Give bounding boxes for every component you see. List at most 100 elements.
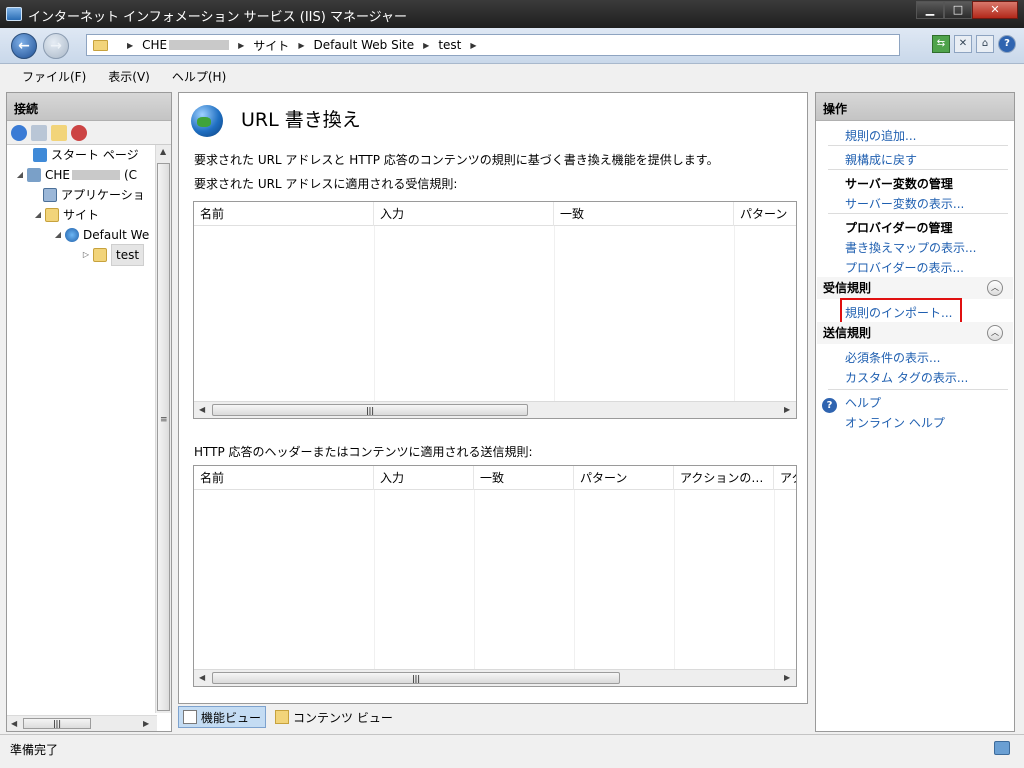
inbound-rules-grid[interactable]: 名前 入力 一致 パターン ◀ ||| ▶ xyxy=(193,201,797,419)
chevron-right-icon[interactable]: ▶ xyxy=(127,41,133,50)
scroll-right-icon[interactable]: ▶ xyxy=(143,719,149,728)
menu-help[interactable]: ヘルプ(H) xyxy=(162,68,236,85)
disconnect-icon[interactable] xyxy=(71,124,87,141)
collapse-arrow-icon[interactable]: ◢ xyxy=(33,205,43,225)
up-folder-icon[interactable] xyxy=(51,124,67,141)
toolbar-icons: ⇆ ✕ ⌂ ? xyxy=(932,35,1016,53)
column-header-pattern[interactable]: パターン xyxy=(574,466,674,490)
breadcrumb-server[interactable]: CHE xyxy=(142,38,167,52)
tree-item-server[interactable]: ◢ CHE (C xyxy=(15,165,137,185)
home-icon[interactable]: ⌂ xyxy=(976,35,994,53)
menu-view[interactable]: 表示(V) xyxy=(98,68,160,85)
tree-item-start-page[interactable]: スタート ページ xyxy=(21,145,139,165)
view-switcher: 機能ビュー コンテンツ ビュー xyxy=(178,706,398,730)
tree-item-test[interactable]: ▷ test xyxy=(81,244,145,266)
scroll-right-icon[interactable]: ▶ xyxy=(784,673,790,682)
menu-file[interactable]: ファイル(F) xyxy=(12,68,96,85)
tree-item-sites[interactable]: ◢ サイト xyxy=(33,205,99,225)
expand-arrow-icon[interactable]: ▷ xyxy=(81,245,91,265)
back-button[interactable]: ← xyxy=(11,33,37,59)
column-header-input[interactable]: 入力 xyxy=(374,202,554,226)
minimize-button[interactable]: ▁ xyxy=(916,1,944,19)
scroll-up-icon[interactable]: ▲ xyxy=(160,147,166,156)
close-button[interactable]: ✕ xyxy=(972,1,1018,19)
tree-horizontal-scrollbar[interactable]: ◀ ||| ▶ xyxy=(7,715,157,731)
outbound-rules-section: 送信規則 ︿ xyxy=(817,322,1013,344)
collapse-arrow-icon[interactable]: ◢ xyxy=(15,165,25,185)
action-view-rewrite-maps[interactable]: 書き換えマップの表示... xyxy=(845,239,976,256)
column-header-name[interactable]: 名前 xyxy=(194,466,374,490)
column-header-match[interactable]: 一致 xyxy=(554,202,734,226)
maximize-button[interactable]: □ xyxy=(944,1,972,19)
breadcrumb-test[interactable]: test xyxy=(438,38,461,52)
iis-app-icon xyxy=(6,7,22,21)
content-view-icon xyxy=(275,710,290,724)
divider xyxy=(828,389,1008,390)
chevron-right-icon[interactable]: ▶ xyxy=(470,41,476,50)
tree-item-app-pools[interactable]: アプリケーショ xyxy=(43,185,145,205)
help-icon: ? xyxy=(822,398,837,413)
scroll-left-icon[interactable]: ◀ xyxy=(199,405,205,414)
scroll-thumb[interactable]: ||| xyxy=(23,718,91,729)
connections-panel: 接続 スタート ページ ◢ CHE (C アプリケーショ ◢ サイト ◢ Def… xyxy=(6,92,172,732)
action-add-rule[interactable]: 規則の追加... xyxy=(845,127,916,144)
action-online-help[interactable]: オンライン ヘルプ xyxy=(845,414,945,431)
address-bar[interactable]: ▶ CHE ▶ サイト ▶ Default Web Site ▶ test ▶ xyxy=(86,34,900,56)
column-header-action[interactable]: アク xyxy=(774,466,796,490)
content-view-tab[interactable]: コンテンツ ビュー xyxy=(270,706,398,728)
help-icon[interactable]: ? xyxy=(998,35,1016,53)
window-controls: ▁ □ ✕ xyxy=(916,1,1018,19)
providers-heading: プロバイダーの管理 xyxy=(845,221,953,235)
column-divider xyxy=(674,490,675,670)
collapse-icon[interactable]: ︿ xyxy=(987,280,1003,296)
tree-item-default-web-site[interactable]: ◢ Default We xyxy=(53,225,149,245)
outbound-rules-caption: HTTP 応答のヘッダーまたはコンテンツに適用される送信規則: xyxy=(194,445,533,459)
outbound-rules-grid[interactable]: 名前 入力 一致 パターン アクションの… アク ◀ ||| ▶ xyxy=(193,465,797,687)
window-title: インターネット インフォメーション サービス (IIS) マネージャー xyxy=(28,10,408,25)
forward-button[interactable]: → xyxy=(43,33,69,59)
connect-icon[interactable] xyxy=(11,124,27,141)
scroll-right-icon[interactable]: ▶ xyxy=(784,405,790,414)
column-header-match[interactable]: 一致 xyxy=(474,466,574,490)
column-header-name[interactable]: 名前 xyxy=(194,202,374,226)
save-icon[interactable] xyxy=(31,124,47,141)
breadcrumb-sites[interactable]: サイト xyxy=(253,37,289,54)
action-view-server-variables[interactable]: サーバー変数の表示... xyxy=(845,195,964,212)
refresh-icon[interactable]: ⇆ xyxy=(932,35,950,53)
action-revert-to-parent[interactable]: 親構成に戻す xyxy=(845,151,917,168)
column-header-action-type[interactable]: アクションの… xyxy=(674,466,774,490)
scroll-left-icon[interactable]: ◀ xyxy=(11,719,17,728)
title-bar: インターネット インフォメーション サービス (IIS) マネージャー ▁ □ … xyxy=(0,0,1024,28)
chevron-right-icon[interactable]: ▶ xyxy=(423,41,429,50)
column-header-pattern[interactable]: パターン xyxy=(734,202,796,226)
start-page-icon xyxy=(33,148,47,162)
chevron-right-icon[interactable]: ▶ xyxy=(238,41,244,50)
stop-icon[interactable]: ✕ xyxy=(954,35,972,53)
globe-icon xyxy=(65,228,79,242)
menu-bar: ファイル(F) 表示(V) ヘルプ(H) xyxy=(0,64,1024,88)
column-header-input[interactable]: 入力 xyxy=(374,466,474,490)
breadcrumb-default-web-site[interactable]: Default Web Site xyxy=(313,38,414,52)
scroll-thumb[interactable]: ||| xyxy=(212,672,620,684)
inbound-horizontal-scrollbar[interactable]: ◀ ||| ▶ xyxy=(194,401,796,418)
action-view-custom-tags[interactable]: カスタム タグの表示... xyxy=(845,369,968,386)
chevron-right-icon[interactable]: ▶ xyxy=(298,41,304,50)
collapse-icon[interactable]: ︿ xyxy=(987,325,1003,341)
inbound-rules-section: 受信規則 ︿ xyxy=(817,277,1013,299)
column-divider xyxy=(554,226,555,402)
outbound-horizontal-scrollbar[interactable]: ◀ ||| ▶ xyxy=(194,669,796,686)
scroll-thumb[interactable] xyxy=(157,163,170,711)
action-help[interactable]: ヘルプ xyxy=(845,394,881,411)
action-view-preconditions[interactable]: 必須条件の表示... xyxy=(845,349,940,366)
client-area: 接続 スタート ページ ◢ CHE (C アプリケーショ ◢ サイト ◢ Def… xyxy=(0,88,1024,734)
tree-vertical-scrollbar[interactable]: ▲ ≡ xyxy=(155,145,171,713)
app-pool-icon xyxy=(43,188,57,202)
features-view-tab[interactable]: 機能ビュー xyxy=(178,706,267,728)
scroll-left-icon[interactable]: ◀ xyxy=(199,673,205,682)
collapse-arrow-icon[interactable]: ◢ xyxy=(53,225,63,245)
divider xyxy=(828,213,1008,214)
action-view-providers[interactable]: プロバイダーの表示... xyxy=(845,259,964,276)
actions-panel: 操作 規則の追加... 親構成に戻す サーバー変数の管理 サーバー変数の表示..… xyxy=(815,92,1015,732)
scroll-thumb[interactable]: ||| xyxy=(212,404,528,416)
divider xyxy=(828,145,1008,146)
